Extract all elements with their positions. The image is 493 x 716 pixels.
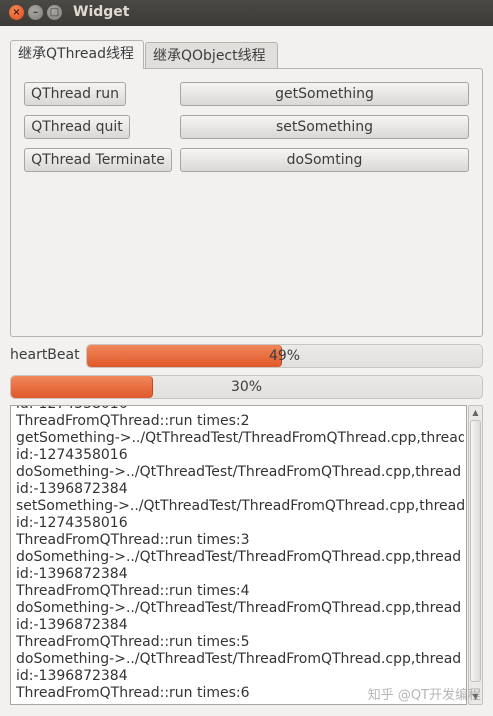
tab-qthread[interactable]: 继承QThread线程 [10, 40, 144, 69]
set-something-button[interactable]: setSomething [180, 115, 469, 139]
tab-panel [10, 68, 483, 337]
log-line: ThreadFromQThread::run times:5 [16, 634, 250, 650]
heartbeat-progress-text: 49% [268, 348, 301, 364]
log-line: doSomething->../QtThreadTest/ThreadFromQ… [16, 651, 462, 667]
log-line: doSomething->../QtThreadTest/ThreadFromQ… [16, 464, 462, 480]
qthread-run-button[interactable]: QThread run [24, 82, 126, 106]
main-progress-bar: 30% [10, 375, 483, 399]
minimize-window-button[interactable]: – [28, 5, 43, 20]
log-line: id:-1396872384 [16, 668, 128, 684]
heartbeat-progress-bar: 49% [86, 344, 483, 368]
log-output[interactable]: id:-1274358016ThreadFromQThread::run tim… [10, 405, 467, 705]
log-line: id:-1396872384 [16, 566, 128, 582]
scroll-up-icon[interactable]: ▲ [469, 407, 482, 419]
qthread-terminate-button[interactable]: QThread Terminate [24, 148, 172, 172]
log-line: id:-1396872384 [16, 617, 128, 633]
log-line: ThreadFromQThread::run times:3 [16, 532, 250, 548]
log-line: id:-1274358016 [16, 515, 128, 531]
log-line: setSomething->../QtThreadTest/ThreadFrom… [16, 498, 464, 514]
heartbeat-label: heartBeat [10, 347, 80, 363]
log-line: ThreadFromQThread::run times:4 [16, 583, 250, 599]
log-scrollbar[interactable]: ▲ ▼ [468, 405, 483, 705]
tab-qobject[interactable]: 继承QObject线程 [145, 42, 278, 69]
do-something-button[interactable]: doSomting [180, 148, 469, 172]
log-line: id:-1396872384 [16, 481, 128, 497]
log-line: getSomething->../QtThreadTest/ThreadFrom… [16, 430, 464, 446]
qthread-quit-button[interactable]: QThread quit [24, 115, 130, 139]
log-line: id:-1274358016 [16, 447, 128, 463]
window-title: Widget [73, 4, 130, 20]
log-line: id:-1274358016 [16, 406, 464, 413]
main-progress-text: 30% [230, 379, 263, 395]
log-line: doSomething->../QtThreadTest/ThreadFromQ… [16, 600, 462, 616]
scrollbar-thumb[interactable] [470, 420, 481, 682]
watermark: 知乎 @QT开发编程 [367, 688, 481, 703]
close-window-button[interactable]: × [9, 5, 24, 20]
log-line: ThreadFromQThread::run times:2 [16, 413, 250, 429]
log-lines: id:-1274358016ThreadFromQThread::run tim… [16, 406, 464, 702]
log-line: doSomething->../QtThreadTest/ThreadFromQ… [16, 549, 462, 565]
maximize-window-button[interactable]: □ [47, 5, 62, 20]
title-bar: × – □ Widget [0, 0, 493, 26]
get-something-button[interactable]: getSomething [180, 82, 469, 106]
